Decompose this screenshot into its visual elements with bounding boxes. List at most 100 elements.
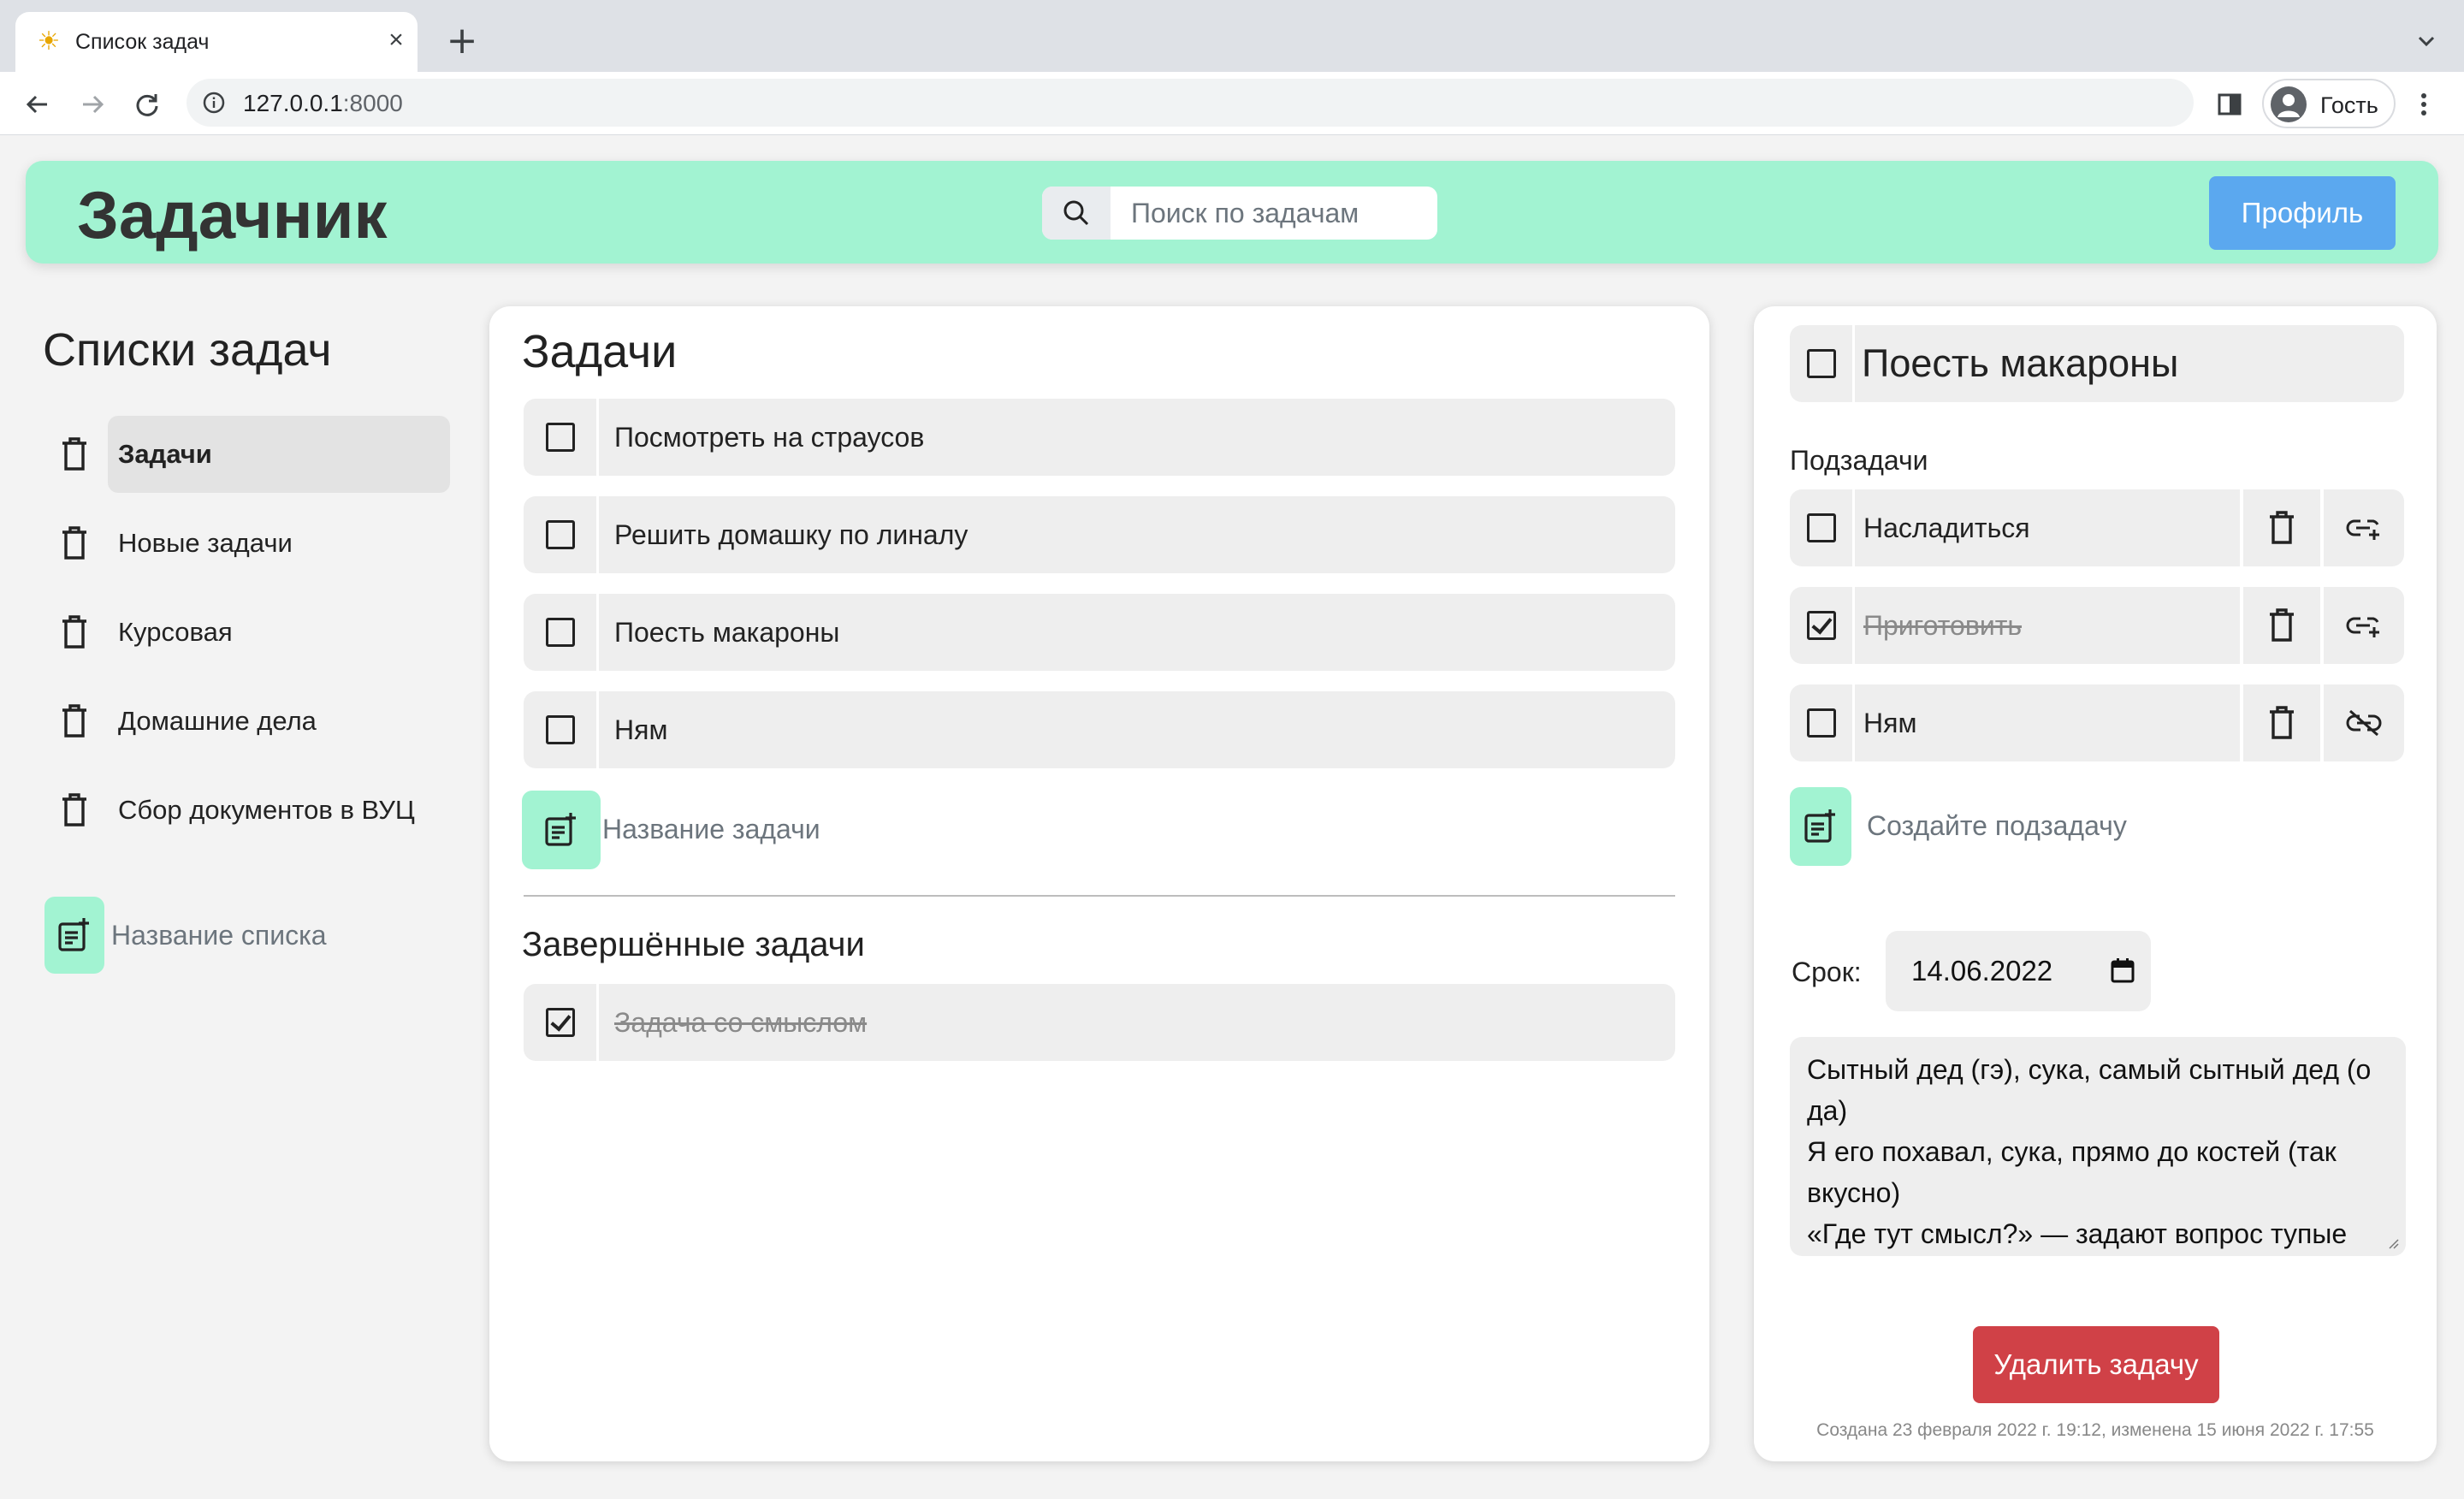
browser-tab[interactable]: ☀ Список задач ×: [15, 12, 418, 72]
completed-title: Завершённые задачи: [522, 926, 865, 963]
side-panel-icon[interactable]: [2214, 89, 2245, 120]
task-label[interactable]: Ням: [614, 691, 667, 768]
detail-checkbox[interactable]: [1806, 349, 1836, 378]
profile-button[interactable]: Профиль: [2209, 176, 2396, 250]
new-list-input[interactable]: [111, 897, 412, 974]
more-menu-icon[interactable]: [2411, 87, 2437, 121]
task-checkbox[interactable]: [545, 618, 575, 647]
list-item: Курсовая: [43, 594, 450, 671]
task-detail-panel: Поесть макароны Подзадачи Насладиться При…: [1754, 306, 2437, 1461]
subtask-main: Ням: [1790, 684, 2240, 761]
detail-title[interactable]: Поесть макароны: [1862, 325, 2178, 402]
list-item-label[interactable]: Курсовая: [108, 594, 450, 671]
list-item-label[interactable]: Домашние дела: [108, 683, 450, 760]
list-item: Новые задачи: [43, 505, 450, 582]
new-subtask-input[interactable]: [1867, 787, 2389, 864]
trash-icon[interactable]: [2243, 489, 2320, 566]
divider: [524, 895, 1675, 897]
link-add-icon[interactable]: [2324, 587, 2404, 664]
browser-toolbar: 127.0.0.1:8000 Гость: [0, 72, 2464, 135]
subtask-checkbox-cell: [1790, 587, 1855, 664]
tasks-panel: Задачи Посмотреть на страусов Решить дома…: [489, 306, 1709, 1461]
deadline-label: Срок:: [1792, 957, 1862, 987]
add-note-icon: [58, 918, 89, 951]
url-text: 127.0.0.1:8000: [243, 90, 403, 117]
subtask-label[interactable]: Приготовить: [1863, 587, 2022, 664]
resize-grip-icon[interactable]: [2385, 1235, 2399, 1249]
add-task-button[interactable]: [522, 791, 601, 869]
detail-header: Поесть макароны: [1790, 325, 2404, 402]
task-checkbox[interactable]: [545, 1008, 575, 1037]
forward-arrow-icon[interactable]: [74, 86, 111, 123]
profile-label: Гость: [2320, 92, 2378, 118]
trash-icon[interactable]: [58, 792, 91, 828]
trash-icon[interactable]: [58, 436, 91, 472]
reload-icon[interactable]: [128, 86, 166, 123]
trash-icon[interactable]: [2243, 684, 2320, 761]
browser-profile-button[interactable]: Гость: [2262, 79, 2396, 128]
subtask-main: Приготовить: [1790, 587, 2240, 664]
description-textarea[interactable]: Сытный дед (гэ), сука, самый сытный дед …: [1790, 1037, 2406, 1256]
list-item-label[interactable]: Задачи: [108, 416, 450, 493]
list-item-label[interactable]: Новые задачи: [108, 505, 450, 582]
task-checkbox-cell: [524, 594, 599, 671]
task-row: Ням: [524, 691, 1675, 768]
task-row: Посмотреть на страусов: [524, 399, 1675, 476]
task-checkbox-cell: [524, 399, 599, 476]
browser-tab-strip: ☀ Список задач × +: [0, 0, 2464, 72]
lightbulb-favicon-icon: ☀: [37, 27, 61, 56]
add-list-button[interactable]: [44, 897, 104, 974]
trash-icon[interactable]: [58, 703, 91, 739]
search-icon: [1042, 187, 1111, 240]
task-label[interactable]: Поесть макароны: [614, 594, 839, 671]
add-subtask-button[interactable]: [1790, 787, 1851, 866]
task-checkbox[interactable]: [545, 423, 575, 452]
new-tab-icon[interactable]: +: [445, 22, 479, 60]
subtask-checkbox-cell: [1790, 489, 1855, 566]
url-host: 127.0.0.1: [243, 90, 343, 116]
link-add-icon[interactable]: [2324, 489, 2404, 566]
task-row: Поесть макароны: [524, 594, 1675, 671]
subtasks-title: Подзадачи: [1790, 445, 1928, 476]
new-task-input[interactable]: [602, 791, 1672, 868]
detail-checkbox-cell: [1790, 325, 1855, 402]
search-input[interactable]: [1111, 187, 1437, 240]
task-timestamps: Создана 23 февраля 2022 г. 19:12, измене…: [1816, 1420, 2374, 1440]
task-checkbox-cell: [524, 691, 599, 768]
site-info-icon[interactable]: [202, 91, 226, 115]
list-item-label[interactable]: Сбор документов в ВУЦ: [108, 772, 450, 849]
list-item: Сбор документов в ВУЦ: [43, 772, 450, 849]
task-label[interactable]: Решить домашку по линалу: [614, 496, 968, 573]
subtask-checkbox[interactable]: [1806, 513, 1836, 542]
trash-icon[interactable]: [2243, 587, 2320, 664]
calendar-icon[interactable]: [2110, 957, 2135, 984]
subtask-checkbox[interactable]: [1806, 611, 1836, 640]
tab-search-chevron-icon[interactable]: [2409, 24, 2443, 58]
task-checkbox[interactable]: [545, 520, 575, 549]
search-box: [1042, 187, 1437, 240]
close-tab-icon[interactable]: ×: [382, 26, 411, 55]
subtask-checkbox[interactable]: [1806, 708, 1836, 738]
url-port: :8000: [342, 90, 403, 116]
lists-title: Списки задач: [43, 324, 332, 376]
deadline-date-input[interactable]: 14.06.2022: [1886, 931, 2151, 1011]
subtask-label[interactable]: Насладиться: [1863, 489, 2030, 566]
task-checkbox-cell: [524, 984, 599, 1061]
delete-task-button[interactable]: Удалить задачу: [1973, 1326, 2219, 1403]
tasks-title: Задачи: [522, 326, 678, 377]
back-arrow-icon[interactable]: [19, 86, 56, 123]
add-note-icon: [545, 813, 576, 846]
task-label[interactable]: Задача со смыслом: [614, 984, 867, 1061]
task-label[interactable]: Посмотреть на страусов: [614, 399, 924, 476]
list-item: Задачи: [43, 416, 450, 493]
list-item: Домашние дела: [43, 683, 450, 760]
address-bar[interactable]: 127.0.0.1:8000: [187, 79, 2194, 127]
subtask-row: Насладиться: [1790, 489, 2404, 566]
trash-icon[interactable]: [58, 614, 91, 650]
task-checkbox[interactable]: [545, 715, 575, 744]
trash-icon[interactable]: [58, 525, 91, 561]
task-checkbox-cell: [524, 496, 599, 573]
subtask-label[interactable]: Ням: [1863, 684, 1916, 761]
link-off-icon[interactable]: [2324, 684, 2404, 761]
app-logo[interactable]: Задачник: [77, 176, 388, 254]
